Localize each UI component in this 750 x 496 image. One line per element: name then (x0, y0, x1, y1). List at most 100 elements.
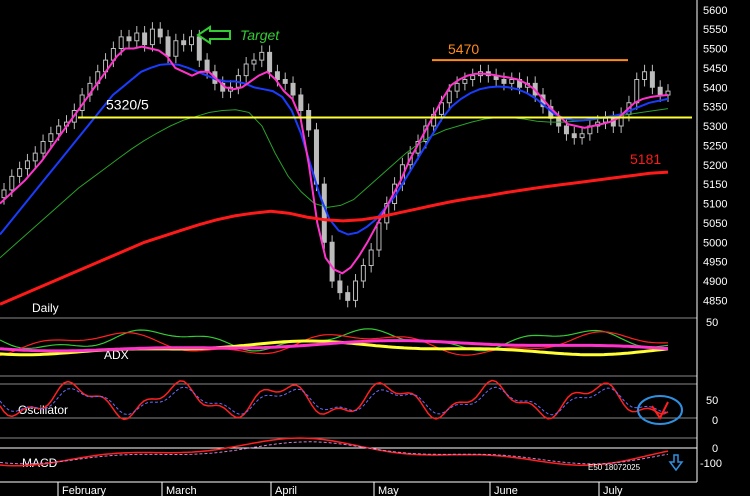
candle-body (571, 133, 577, 139)
candle-body (282, 79, 288, 84)
ma-short-line (0, 45, 669, 275)
price-tick-label: 4900 (703, 276, 727, 288)
month-label: April (275, 485, 297, 496)
candle-body (142, 32, 148, 46)
candle-body (345, 292, 351, 301)
candle-body (509, 79, 515, 84)
price-tick-label: 5500 (703, 44, 727, 56)
price-tick-label: 5000 (703, 237, 727, 249)
oscillator-signal-line (0, 386, 669, 416)
month-label: March (166, 485, 197, 496)
price-tick-label: 5250 (703, 140, 727, 152)
oscillator-axis-label: 0 (712, 415, 718, 427)
candle-body (290, 82, 296, 96)
price-chart: 5320/5 5470 5181 Target DailyADXOscillator… (0, 0, 750, 496)
watermark-label: E50 18072025 (588, 463, 641, 472)
resistance-label: 5470 (448, 41, 479, 57)
candle-body (649, 71, 655, 88)
candle-body (149, 28, 155, 46)
candle-body (173, 40, 179, 57)
candle-body (306, 110, 312, 131)
candle-body (243, 63, 249, 77)
oscillator-dip-marker (651, 401, 669, 420)
candlestick-series (1, 22, 671, 308)
macd-signal-line (0, 441, 669, 465)
macd-axis-label: -100 (700, 458, 722, 470)
ma-200-line (0, 170, 669, 306)
candle-body (446, 90, 452, 104)
month-label: May (378, 485, 399, 496)
candle-body (462, 79, 468, 84)
candle-body (134, 32, 140, 42)
candle-body (118, 36, 124, 49)
oscillator-label: Oscillator (18, 403, 68, 417)
candle-body (360, 265, 366, 282)
month-label: July (603, 485, 623, 496)
candle-body (204, 59, 210, 73)
candle-body (17, 168, 23, 177)
candle-body (454, 82, 460, 92)
candle-body (251, 59, 257, 65)
daily-label: Daily (32, 301, 59, 315)
candle-body (56, 125, 62, 135)
candle-body (642, 71, 648, 80)
candle-body (329, 241, 335, 282)
candle-body (470, 75, 476, 80)
price-tick-label: 5550 (703, 24, 727, 36)
candle-body (126, 36, 132, 42)
candle-body (24, 160, 30, 170)
candle-body (267, 51, 273, 73)
candle-body (368, 249, 374, 266)
candle-body (313, 129, 319, 185)
ma200-label: 5181 (630, 151, 661, 167)
candle-body (563, 125, 569, 135)
target-label: Target (240, 27, 280, 43)
ma-mid-line (0, 62, 669, 236)
candle-body (32, 152, 38, 162)
oscillator-line (0, 379, 669, 421)
candle-body (579, 133, 585, 139)
candle-body (298, 94, 304, 111)
price-tick-label: 5200 (703, 160, 727, 172)
candle-body (48, 133, 54, 142)
month-label: February (62, 485, 107, 496)
price-tick-label: 5450 (703, 63, 727, 75)
candle-body (274, 71, 280, 80)
candle-body (196, 36, 202, 61)
candle-body (603, 117, 609, 123)
candle-body (188, 36, 194, 46)
candle-body (376, 222, 382, 251)
price-tick-label: 5100 (703, 199, 727, 211)
macd-axis-label: 0 (712, 443, 718, 455)
candle-body (181, 40, 187, 46)
price-tick-label: 5050 (703, 218, 727, 230)
adx-plus-di-line (0, 328, 669, 352)
month-label: June (494, 485, 518, 496)
candle-body (321, 183, 327, 243)
arrow-up-icon (668, 454, 684, 472)
candle-body (157, 28, 163, 38)
price-tick-label: 5600 (703, 5, 727, 17)
price-tick-label: 5150 (703, 179, 727, 191)
price-tick-label: 4850 (703, 295, 727, 307)
macd-line (0, 437, 669, 467)
candle-body (165, 36, 171, 57)
price-tick-label: 5350 (703, 102, 727, 114)
candle-body (259, 51, 265, 61)
candle-body (9, 175, 15, 191)
adx-axis-label: 50 (706, 317, 718, 329)
candle-body (337, 280, 343, 294)
indicator-panels: DailyADXOscillatorMACD E50 18072025 (0, 301, 697, 472)
support-label: 5320/5 (106, 96, 149, 112)
price-tick-label: 4950 (703, 257, 727, 269)
price-tick-label: 5400 (703, 82, 727, 94)
candle-body (657, 86, 663, 96)
chart-annotations: Target (196, 25, 280, 45)
candle-body (634, 79, 640, 104)
candle-body (40, 141, 46, 154)
price-tick-label: 5300 (703, 121, 727, 133)
candle-body (353, 280, 359, 301)
axes: 5600 5550 5500 5450 5400 5350 5300 5250 5200 5150… (0, 0, 750, 496)
oscillator-axis-label: 50 (706, 395, 718, 407)
target-arrow-icon (196, 25, 231, 45)
